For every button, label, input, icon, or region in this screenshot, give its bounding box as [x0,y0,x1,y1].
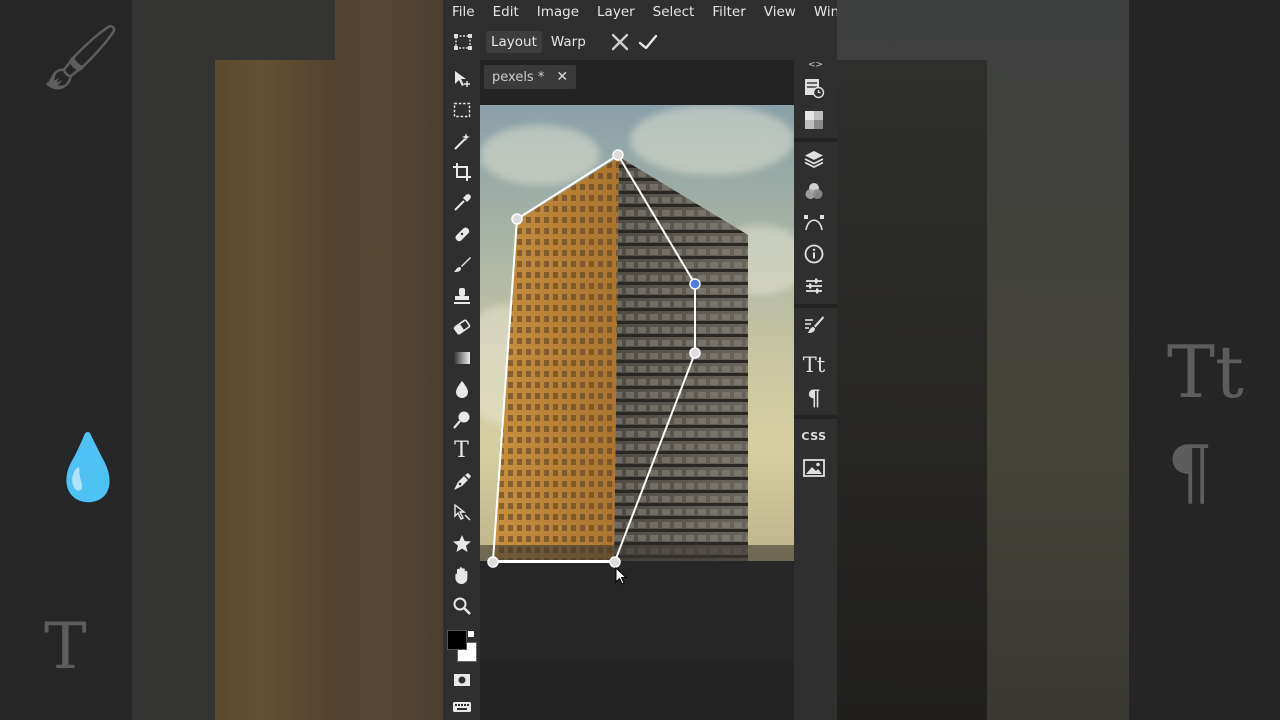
background-paragraph-icon: ¶ [1167,430,1213,514]
background-type-icon: T [44,610,87,684]
brush-icon[interactable] [449,252,474,277]
menu-file[interactable]: File [443,0,484,24]
background-text-icon: Tt [1167,330,1244,414]
layers-icon[interactable] [802,147,826,171]
background-brush-icon: 🖌 [40,21,122,95]
panel-separator [794,415,837,419]
cancel-transform-icon[interactable] [609,31,631,53]
menu-view[interactable]: View [755,0,805,24]
close-icon[interactable]: ✕ [556,69,568,85]
photo-editor-app: File Edit Image Layer Select Filter View… [443,0,837,720]
panel-separator [794,138,837,142]
swap-colors-icon[interactable] [468,631,474,637]
background-drop-icon: 💧 [48,431,128,505]
options-bar: Layout Warp [443,24,837,60]
menu-select[interactable]: Select [644,0,704,24]
pen-icon[interactable] [449,469,474,494]
right-panel-bar: <> Tt ¶ CSS [794,60,837,720]
marquee-icon[interactable] [449,97,474,122]
menu-layer[interactable]: Layer [588,0,644,24]
background-left-blur: 🖌 💧 T [0,0,443,720]
canvas-image[interactable] [480,105,794,561]
background-right-blur: Tt ¶ [837,0,1280,720]
document-tab-label: pexels * [492,69,545,85]
zoom-icon[interactable] [449,593,474,618]
history-icon[interactable] [802,76,826,100]
background-tower-blur [837,60,987,720]
panel-separator [794,304,837,308]
background-building-blur [215,60,335,720]
character-icon[interactable]: Tt [802,353,826,377]
blur-icon[interactable] [449,376,474,401]
path-select-icon[interactable] [449,500,474,525]
menu-window[interactable]: Window [805,0,837,24]
gradient-icon[interactable] [449,345,474,370]
background-building-blur-2 [335,0,443,720]
foreground-color-swatch[interactable] [447,630,467,650]
transform-cage[interactable] [480,105,794,561]
keyboard-icon[interactable] [449,694,474,719]
menu-edit[interactable]: Edit [484,0,528,24]
css-label: CSS [801,429,827,443]
healing-icon[interactable] [449,221,474,246]
paragraph-icon[interactable]: ¶ [802,385,826,410]
confirm-transform-icon[interactable] [637,31,659,53]
menu-bar: File Edit Image Layer Select Filter View… [443,0,837,24]
brush-settings-icon[interactable] [802,313,826,337]
tool-panel: T [443,60,480,720]
menu-filter[interactable]: Filter [703,0,754,24]
menu-image[interactable]: Image [528,0,588,24]
magic-wand-icon[interactable] [449,128,474,153]
document-tab[interactable]: pexels * ✕ [484,65,577,89]
color-swatches[interactable] [447,630,477,662]
transform-tool-icon[interactable] [452,31,474,53]
crop-icon[interactable] [449,159,474,184]
info-icon[interactable] [802,242,826,266]
canvas-empty-area [480,561,794,660]
image-icon[interactable] [802,456,826,480]
quick-mask-icon[interactable] [449,667,474,692]
collapse-panel-button[interactable]: <> [794,60,837,70]
hand-icon[interactable] [449,562,474,587]
dodge-icon[interactable] [449,407,474,432]
eraser-icon[interactable] [449,314,474,339]
eyedropper-icon[interactable] [449,190,474,215]
stamp-icon[interactable] [449,283,474,308]
type-icon[interactable]: T [449,438,474,463]
channels-icon[interactable] [802,179,826,203]
swatches-icon[interactable] [802,108,826,132]
layout-button[interactable]: Layout [486,31,542,53]
warp-button[interactable]: Warp [546,31,591,53]
adjustments-icon[interactable] [802,274,826,298]
move-icon[interactable] [449,66,474,91]
shape-icon[interactable] [449,531,474,556]
css-icon[interactable]: CSS [800,424,828,448]
paths-icon[interactable] [802,211,826,235]
